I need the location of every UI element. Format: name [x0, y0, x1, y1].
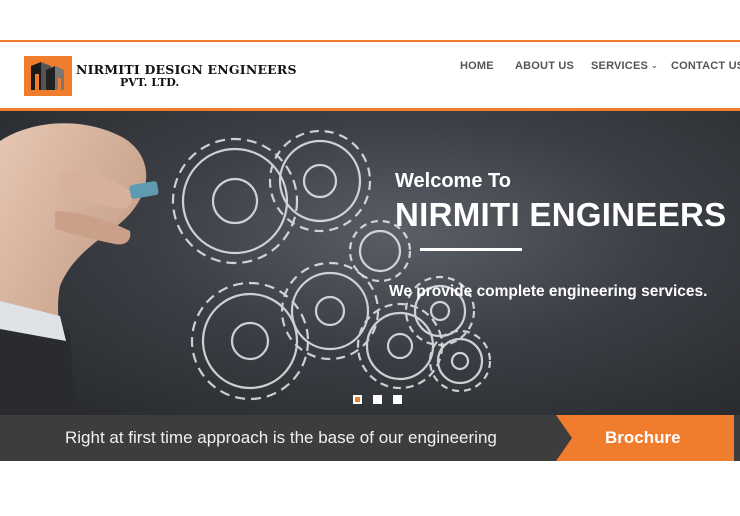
- slider-dot-3[interactable]: [393, 395, 402, 404]
- nav-contact-us[interactable]: CONTACT US: [671, 60, 740, 72]
- logo-text[interactable]: NIRMITI DESIGN ENGINEERS PVT. LTD.: [76, 63, 297, 89]
- gears-hand-illustration: [0, 123, 492, 415]
- nav-services[interactable]: SERVICES ⌄: [591, 60, 658, 72]
- hero-tagline: We provide complete engineering services…: [389, 283, 708, 300]
- logo-mark[interactable]: [24, 56, 72, 96]
- tagline-bar-text: Right at first time approach is the base…: [65, 428, 497, 447]
- logo-company-suffix: PVT. LTD.: [120, 76, 180, 89]
- hero-company-name: NIRMITI ENGINEERS: [395, 196, 727, 233]
- nav-home[interactable]: HOME: [460, 60, 494, 72]
- brochure-button-label[interactable]: Brochure: [605, 428, 681, 448]
- hero-divider: [420, 248, 522, 251]
- chevron-down-icon: ⌄: [651, 61, 658, 70]
- nav-services-label: SERVICES: [591, 60, 649, 72]
- slider-dot-1[interactable]: [353, 395, 362, 404]
- slider-dot-2[interactable]: [373, 395, 382, 404]
- hero-welcome-text: Welcome To: [395, 170, 511, 192]
- hero-slider[interactable]: [0, 111, 740, 415]
- logo-company-name: NIRMITI DESIGN ENGINEERS: [76, 62, 297, 77]
- nav-about-us[interactable]: ABOUT US: [515, 60, 574, 72]
